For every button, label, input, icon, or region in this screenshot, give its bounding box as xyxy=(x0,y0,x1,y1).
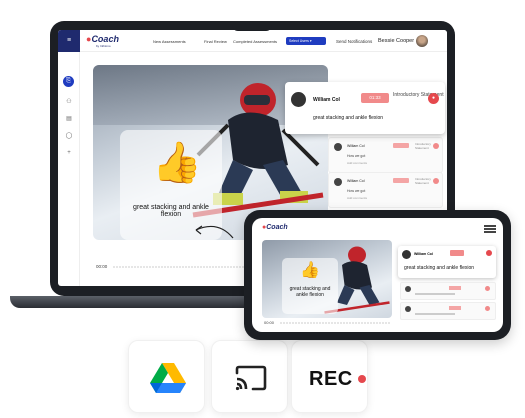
rec-dot-icon xyxy=(358,375,366,383)
sidebar-users-icon[interactable]: ⚇ xyxy=(65,98,73,106)
sidebar-shield-icon[interactable]: ◯ xyxy=(65,132,73,140)
comment-badge-icon[interactable] xyxy=(433,143,439,149)
avatar xyxy=(402,250,411,259)
laptop-base xyxy=(10,296,270,308)
comment-author: William Col xyxy=(414,252,433,256)
sidebar-link-icon[interactable]: ⎘ xyxy=(63,76,74,87)
coach-logo[interactable]: ●Coach xyxy=(86,34,119,44)
caption-text: great stacking and ankle flexion xyxy=(289,286,331,298)
rec-tile[interactable]: REC xyxy=(291,340,368,413)
comment-line xyxy=(415,293,455,295)
avatar xyxy=(405,286,411,292)
laptop-notch xyxy=(232,21,272,31)
comment-row[interactable] xyxy=(400,282,496,300)
avatar xyxy=(291,92,306,107)
caption-text: great stacking and ankle flexion xyxy=(133,204,209,218)
caption-card: 👍 great stacking and ankle flexion xyxy=(282,258,338,314)
sidebar-document-icon[interactable]: ▤ xyxy=(65,115,73,123)
logo-text: Coach xyxy=(91,34,119,44)
comment-author: William Col xyxy=(347,179,365,183)
menu-button[interactable]: ≡ xyxy=(58,30,80,52)
cast-tile[interactable] xyxy=(211,340,288,413)
comment-row[interactable] xyxy=(400,302,496,320)
comment-row[interactable]: William Col Introductory Statement How w… xyxy=(328,172,443,208)
send-notifications-link[interactable]: Send Notifications xyxy=(336,39,372,44)
logo-text: Coach xyxy=(266,224,288,231)
avatar[interactable] xyxy=(416,35,428,47)
avatar xyxy=(334,143,342,151)
cast-icon xyxy=(235,365,267,391)
avatar xyxy=(405,306,411,312)
comment-line: How we got xyxy=(347,189,366,193)
comment-action-icon[interactable] xyxy=(486,250,492,256)
thumbs-up-icon: 👍 xyxy=(300,262,320,279)
video-player[interactable]: 👍 great stacking and ankle flexion xyxy=(262,240,392,318)
comment-time-badge[interactable] xyxy=(450,250,464,256)
top-bar: ≡ ●Coach by Infinimo New Assessments Fin… xyxy=(58,30,447,52)
comment-author: William Col xyxy=(347,144,365,148)
comment-row[interactable]: William Col Introductory Statement How w… xyxy=(328,137,443,173)
comment-card[interactable]: William Col great stacking and ankle fle… xyxy=(398,246,496,278)
sidebar: ⎘ ⚇ ▤ ◯ + xyxy=(58,52,80,286)
comment-text: great stacking and ankle flexion xyxy=(404,265,475,271)
hamburger-menu-icon[interactable] xyxy=(484,225,496,227)
phone-screen: ●Coach 👍 great stacking and ankle flexio… xyxy=(252,218,503,332)
comment-badge-icon[interactable] xyxy=(485,286,490,291)
google-drive-icon xyxy=(150,363,186,393)
comment-author: William Col xyxy=(313,97,340,103)
phone-frame: ●Coach 👍 great stacking and ankle flexio… xyxy=(244,210,511,340)
nav-completed-assessments[interactable]: Completed Assessments xyxy=(233,39,277,44)
comment-time xyxy=(393,143,409,148)
comment-action-icon[interactable]: ● xyxy=(428,93,439,104)
video-timestamp: 00:00 xyxy=(264,320,275,325)
user-name[interactable]: Bessie Cooper xyxy=(378,38,414,44)
coach-logo[interactable]: ●Coach xyxy=(262,224,288,231)
rec-label: REC xyxy=(309,368,353,390)
comment-line xyxy=(415,313,455,315)
nav-new-assessments[interactable]: New Assessments xyxy=(153,39,186,44)
avatar xyxy=(334,178,342,186)
arrow-icon xyxy=(195,225,234,239)
select-users-dropdown[interactable]: Select Users ▾ xyxy=(286,37,326,45)
comment-line: Add comments xyxy=(347,196,368,200)
audio-waveform[interactable] xyxy=(280,321,390,325)
thumbs-up-icon: 👍 xyxy=(152,141,202,185)
sidebar-add-icon[interactable]: + xyxy=(65,149,73,157)
google-drive-tile[interactable] xyxy=(128,340,205,413)
comment-line: Add comments xyxy=(347,161,368,165)
comment-time-badge[interactable]: 01:33 xyxy=(361,93,389,103)
logo-subtitle: by Infinimo xyxy=(96,44,111,48)
comment-card[interactable]: William Col 01:33 Introductory Statement… xyxy=(285,82,445,134)
video-timestamp: 00:00 xyxy=(96,264,108,269)
chevron-down-icon: ▾ xyxy=(309,39,312,43)
nav-final-review[interactable]: Final Review xyxy=(204,39,227,44)
comment-badge-icon[interactable] xyxy=(485,306,490,311)
comment-time xyxy=(449,306,461,310)
comment-time xyxy=(393,178,409,183)
comment-text: great stacking and ankle flexion xyxy=(313,115,384,121)
marketing-composite: ≡ ●Coach by Infinimo New Assessments Fin… xyxy=(0,0,525,418)
comment-time xyxy=(449,286,461,290)
comment-badge-icon[interactable] xyxy=(433,178,439,184)
select-users-label: Select Users xyxy=(289,39,309,43)
comment-line: How we got xyxy=(347,154,366,158)
